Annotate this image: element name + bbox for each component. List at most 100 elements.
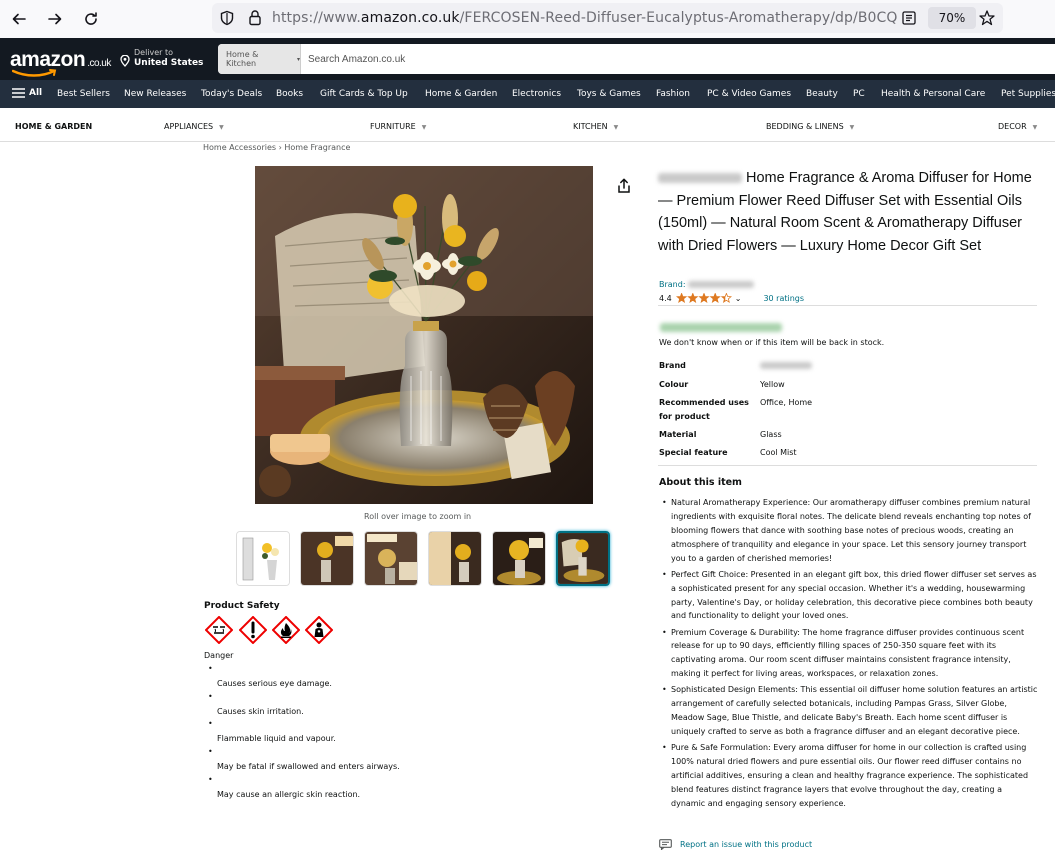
chevron-down-icon: ▼ <box>1032 124 1038 131</box>
product-title: Home Fragrance & Aroma Diffuser for Home… <box>658 170 1032 254</box>
stock-message: We don't know when or if this item will … <box>659 338 885 347</box>
thumbnail-3[interactable] <box>364 531 418 586</box>
subnav-decor[interactable]: DECOR ▼ <box>998 122 1037 131</box>
spec-value: Yellow <box>760 380 785 389</box>
zoom-level-badge[interactable]: 70% <box>928 7 976 29</box>
nav-best-sellers[interactable]: Best Sellers <box>57 89 110 99</box>
divider <box>658 305 1037 306</box>
deliver-to-button[interactable]: Deliver to United States <box>134 48 203 68</box>
feedback-icon <box>659 839 672 850</box>
reader-view-icon[interactable] <box>902 11 916 25</box>
blurred-brand-link <box>687 281 754 288</box>
star-fill <box>676 293 686 303</box>
subnav-bedding-linens[interactable]: BEDDING & LINENS ▼ <box>766 122 854 131</box>
spec-row-colour: Colour Yellow <box>659 378 1037 392</box>
lock-icon[interactable] <box>247 9 263 26</box>
tracking-shield-icon[interactable] <box>219 10 235 26</box>
breadcrumb-home-fragrance[interactable]: Home Fragrance <box>284 143 350 152</box>
report-issue-link[interactable]: Report an issue with this product <box>659 839 812 850</box>
subnav-kitchen[interactable]: KITCHEN ▼ <box>573 122 618 131</box>
hazard-statement: May be fatal if swallowed and enters air… <box>204 747 400 775</box>
share-icon[interactable] <box>617 178 631 194</box>
nav-electronics[interactable]: Electronics <box>512 89 561 99</box>
corrosive-hazard-icon <box>205 616 233 644</box>
exclamation-hazard-icon <box>239 616 267 644</box>
chevron-down-icon: ▼ <box>421 124 427 131</box>
nav-todays-deals[interactable]: Today's Deals <box>201 89 262 99</box>
main-product-image[interactable] <box>255 166 593 504</box>
spec-value: Glass <box>760 430 782 439</box>
thumbnail-1[interactable] <box>236 531 290 586</box>
amazon-smile-icon <box>12 69 57 77</box>
forward-arrow-icon[interactable] <box>43 7 67 31</box>
thumbnail-4[interactable] <box>428 531 482 586</box>
subnav-home-garden[interactable]: HOME & GARDEN <box>15 122 92 131</box>
star-rating-icon[interactable] <box>675 293 732 303</box>
about-bullet: Pure & Safe Formulation: Every aroma dif… <box>662 741 1038 811</box>
about-bullet: Premium Coverage & Durability: The home … <box>662 626 1038 682</box>
breadcrumb-home-accessories[interactable]: Home Accessories <box>203 143 276 152</box>
chevron-down-icon: ▼ <box>613 124 619 131</box>
spec-key: Special feature <box>659 448 728 457</box>
about-bullet: Natural Aromatherapy Experience: Our aro… <box>662 496 1038 566</box>
address-bar[interactable]: https://www.amazon.co.uk/FERCOSEN-Reed-D… <box>212 3 1003 33</box>
chevron-down-icon[interactable]: ⌄ <box>735 294 742 303</box>
chevron-down-icon: ▼ <box>219 124 224 131</box>
back-arrow-icon[interactable] <box>7 7 31 31</box>
about-bullet: Perfect Gift Choice: Presented in an ele… <box>662 568 1038 624</box>
brand-store-link[interactable]: Brand: <box>659 280 754 289</box>
deliver-label: Deliver to <box>134 48 174 57</box>
rating-value: 4.4 <box>659 293 672 303</box>
breadcrumb: Home Accessories › Home Fragrance <box>203 143 350 152</box>
subnav-furniture[interactable]: FURNITURE ▼ <box>370 122 426 131</box>
category-subnav: HOME & GARDEN APPLIANCES ▼ FURNITURE ▼ KIT… <box>0 108 1055 142</box>
health-hazard-icon <box>305 616 333 644</box>
nav-health-personal-care[interactable]: Health & Personal Care <box>881 89 985 99</box>
nav-pc-video-games[interactable]: PC & Video Games <box>707 89 791 99</box>
spec-row-material: Material Glass <box>659 428 1037 442</box>
search-input[interactable] <box>301 44 1055 74</box>
about-heading: About this item <box>659 477 742 488</box>
spec-row-recommended-uses: Recommended uses for product Office, Hom… <box>659 396 1037 424</box>
signal-word: Danger <box>204 651 234 660</box>
thumbnail-5[interactable] <box>492 531 546 586</box>
product-safety-heading: Product Safety <box>204 601 280 611</box>
thumbnail-6[interactable] <box>556 531 610 586</box>
nav-home-garden[interactable]: Home & Garden <box>425 89 497 99</box>
nav-pet-supplies[interactable]: Pet Supplies <box>1001 89 1055 99</box>
bookmark-star-icon[interactable] <box>978 9 996 27</box>
hamburger-menu-icon <box>12 88 25 98</box>
deliver-location: United States <box>134 58 204 68</box>
divider <box>658 465 1037 466</box>
spec-row-brand: Brand <box>659 359 1037 373</box>
nav-new-releases[interactable]: New Releases <box>124 89 186 99</box>
thumbnail-2[interactable] <box>300 531 354 586</box>
blurred-availability-heading <box>660 323 782 332</box>
nav-fashion[interactable]: Fashion <box>656 89 690 99</box>
subnav-appliances[interactable]: APPLIANCES ▼ <box>164 122 224 131</box>
rating-summary: 4.4 ⌄ 30 ratings <box>659 293 804 303</box>
search-category-dropdown[interactable]: Home & Kitchen ▾ <box>218 44 301 74</box>
nav-pc[interactable]: PC <box>853 89 865 99</box>
spec-value: Office, Home <box>760 398 813 407</box>
spec-row-special-feature: Special feature Cool Mist <box>659 446 1037 460</box>
spec-key: Brand <box>659 361 686 370</box>
nav-gift-cards[interactable]: Gift Cards & Top Up <box>320 89 408 99</box>
about-bullet: Sophisticated Design Elements: This esse… <box>662 683 1038 739</box>
browser-toolbar: https://www.amazon.co.uk/FERCOSEN-Reed-D… <box>0 0 1055 38</box>
about-bullets: Natural Aromatherapy Experience: Our aro… <box>662 496 1038 813</box>
zoom-hint: Roll over image to zoom in <box>364 512 472 521</box>
blurred-brand-value <box>760 362 812 369</box>
star-fill <box>699 293 709 303</box>
reload-icon[interactable] <box>79 7 103 31</box>
hazard-statement: Flammable liquid and vapour. <box>204 719 400 747</box>
spec-key: Colour <box>659 380 689 389</box>
nav-books[interactable]: Books <box>276 89 303 99</box>
spec-value <box>760 359 812 373</box>
all-menu-button[interactable]: All <box>12 88 42 98</box>
nav-toys-games[interactable]: Toys & Games <box>577 89 641 99</box>
search-bar: Home & Kitchen ▾ <box>218 44 1055 74</box>
ratings-count-link[interactable]: 30 ratings <box>763 294 804 303</box>
nav-beauty[interactable]: Beauty <box>806 89 838 99</box>
url-text[interactable]: https://www.amazon.co.uk/FERCOSEN-Reed-D… <box>272 10 902 26</box>
